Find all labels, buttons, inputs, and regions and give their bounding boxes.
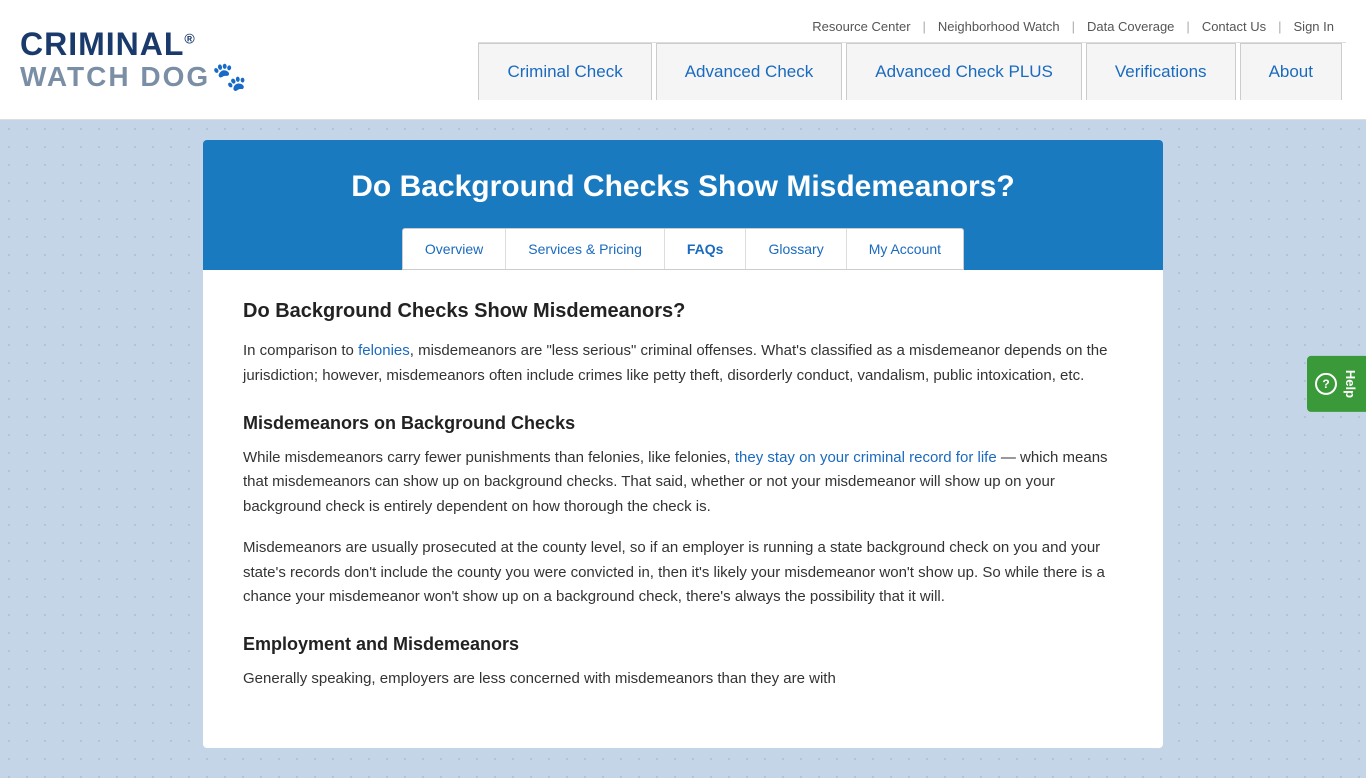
logo[interactable]: CRIMINAL® WATCH DOG 🐾 — [20, 27, 247, 93]
active-tab-arrow — [653, 270, 673, 280]
help-button[interactable]: Help ? — [1307, 356, 1366, 412]
criminal-check-nav[interactable]: Criminal Check — [478, 43, 651, 100]
sub-nav-overview[interactable]: Overview — [403, 229, 506, 269]
intro-paragraph: In comparison to felonies, misdemeanors … — [243, 339, 1123, 389]
logo-criminal-text: CRIMINAL® — [20, 27, 247, 62]
section2-para1-start: Generally speaking, employers are less c… — [243, 670, 836, 687]
section1-para1: While misdemeanors carry fewer punishmen… — [243, 446, 1123, 520]
section2-heading: Employment and Misdemeanors — [243, 634, 1123, 655]
top-bar: CRIMINAL® WATCH DOG 🐾 Resource Center | … — [0, 0, 1366, 120]
sub-nav-container: Overview Services & Pricing FAQs Glossar… — [402, 228, 964, 270]
page-background: Do Background Checks Show Misdemeanors? … — [0, 120, 1366, 778]
section1-heading: Misdemeanors on Background Checks — [243, 413, 1123, 434]
help-label: Help — [1343, 370, 1358, 398]
sign-in-link[interactable]: Sign In — [1282, 19, 1346, 34]
section1-para1-start: While misdemeanors carry fewer punishmen… — [243, 449, 735, 466]
trademark: ® — [184, 30, 195, 46]
section2-para1: Generally speaking, employers are less c… — [243, 667, 1123, 692]
page-title: Do Background Checks Show Misdemeanors? — [223, 170, 1143, 204]
help-circle-icon: ? — [1315, 373, 1337, 395]
logo-watchdog-text: WATCH DOG — [20, 62, 210, 93]
sub-nav-faqs[interactable]: FAQs — [665, 229, 747, 269]
resource-center-link[interactable]: Resource Center — [800, 19, 922, 34]
paw-icon: 🐾 — [212, 62, 247, 93]
section1-para2: Misdemeanors are usually prosecuted at t… — [243, 536, 1123, 610]
secondary-nav-wrapper: Resource Center | Neighborhood Watch | D… — [478, 19, 1346, 100]
content-main-heading: Do Background Checks Show Misdemeanors? — [243, 300, 1123, 323]
main-nav: Criminal Check Advanced Check Advanced C… — [478, 42, 1346, 100]
sub-nav: Overview Services & Pricing FAQs Glossar… — [402, 228, 964, 270]
secondary-nav: Resource Center | Neighborhood Watch | D… — [800, 19, 1346, 34]
advanced-check-nav[interactable]: Advanced Check — [656, 43, 843, 100]
sub-nav-glossary[interactable]: Glossary — [746, 229, 846, 269]
neighborhood-watch-link[interactable]: Neighborhood Watch — [926, 19, 1072, 34]
verifications-nav[interactable]: Verifications — [1086, 43, 1236, 100]
contact-us-link[interactable]: Contact Us — [1190, 19, 1278, 34]
about-nav[interactable]: About — [1240, 43, 1342, 100]
felonies-link[interactable]: felonies — [358, 342, 410, 359]
sub-nav-my-account[interactable]: My Account — [847, 229, 963, 269]
sub-nav-services-pricing[interactable]: Services & Pricing — [506, 229, 665, 269]
hero-section: Do Background Checks Show Misdemeanors? … — [203, 140, 1163, 270]
intro-text: In comparison to — [243, 342, 358, 359]
content-area: Do Background Checks Show Misdemeanors? … — [203, 270, 1163, 748]
data-coverage-link[interactable]: Data Coverage — [1075, 19, 1186, 34]
advanced-check-plus-nav[interactable]: Advanced Check PLUS — [846, 43, 1082, 100]
criminal-label: CRIMINAL — [20, 26, 184, 62]
criminal-record-link[interactable]: they stay on your criminal record for li… — [735, 449, 997, 466]
